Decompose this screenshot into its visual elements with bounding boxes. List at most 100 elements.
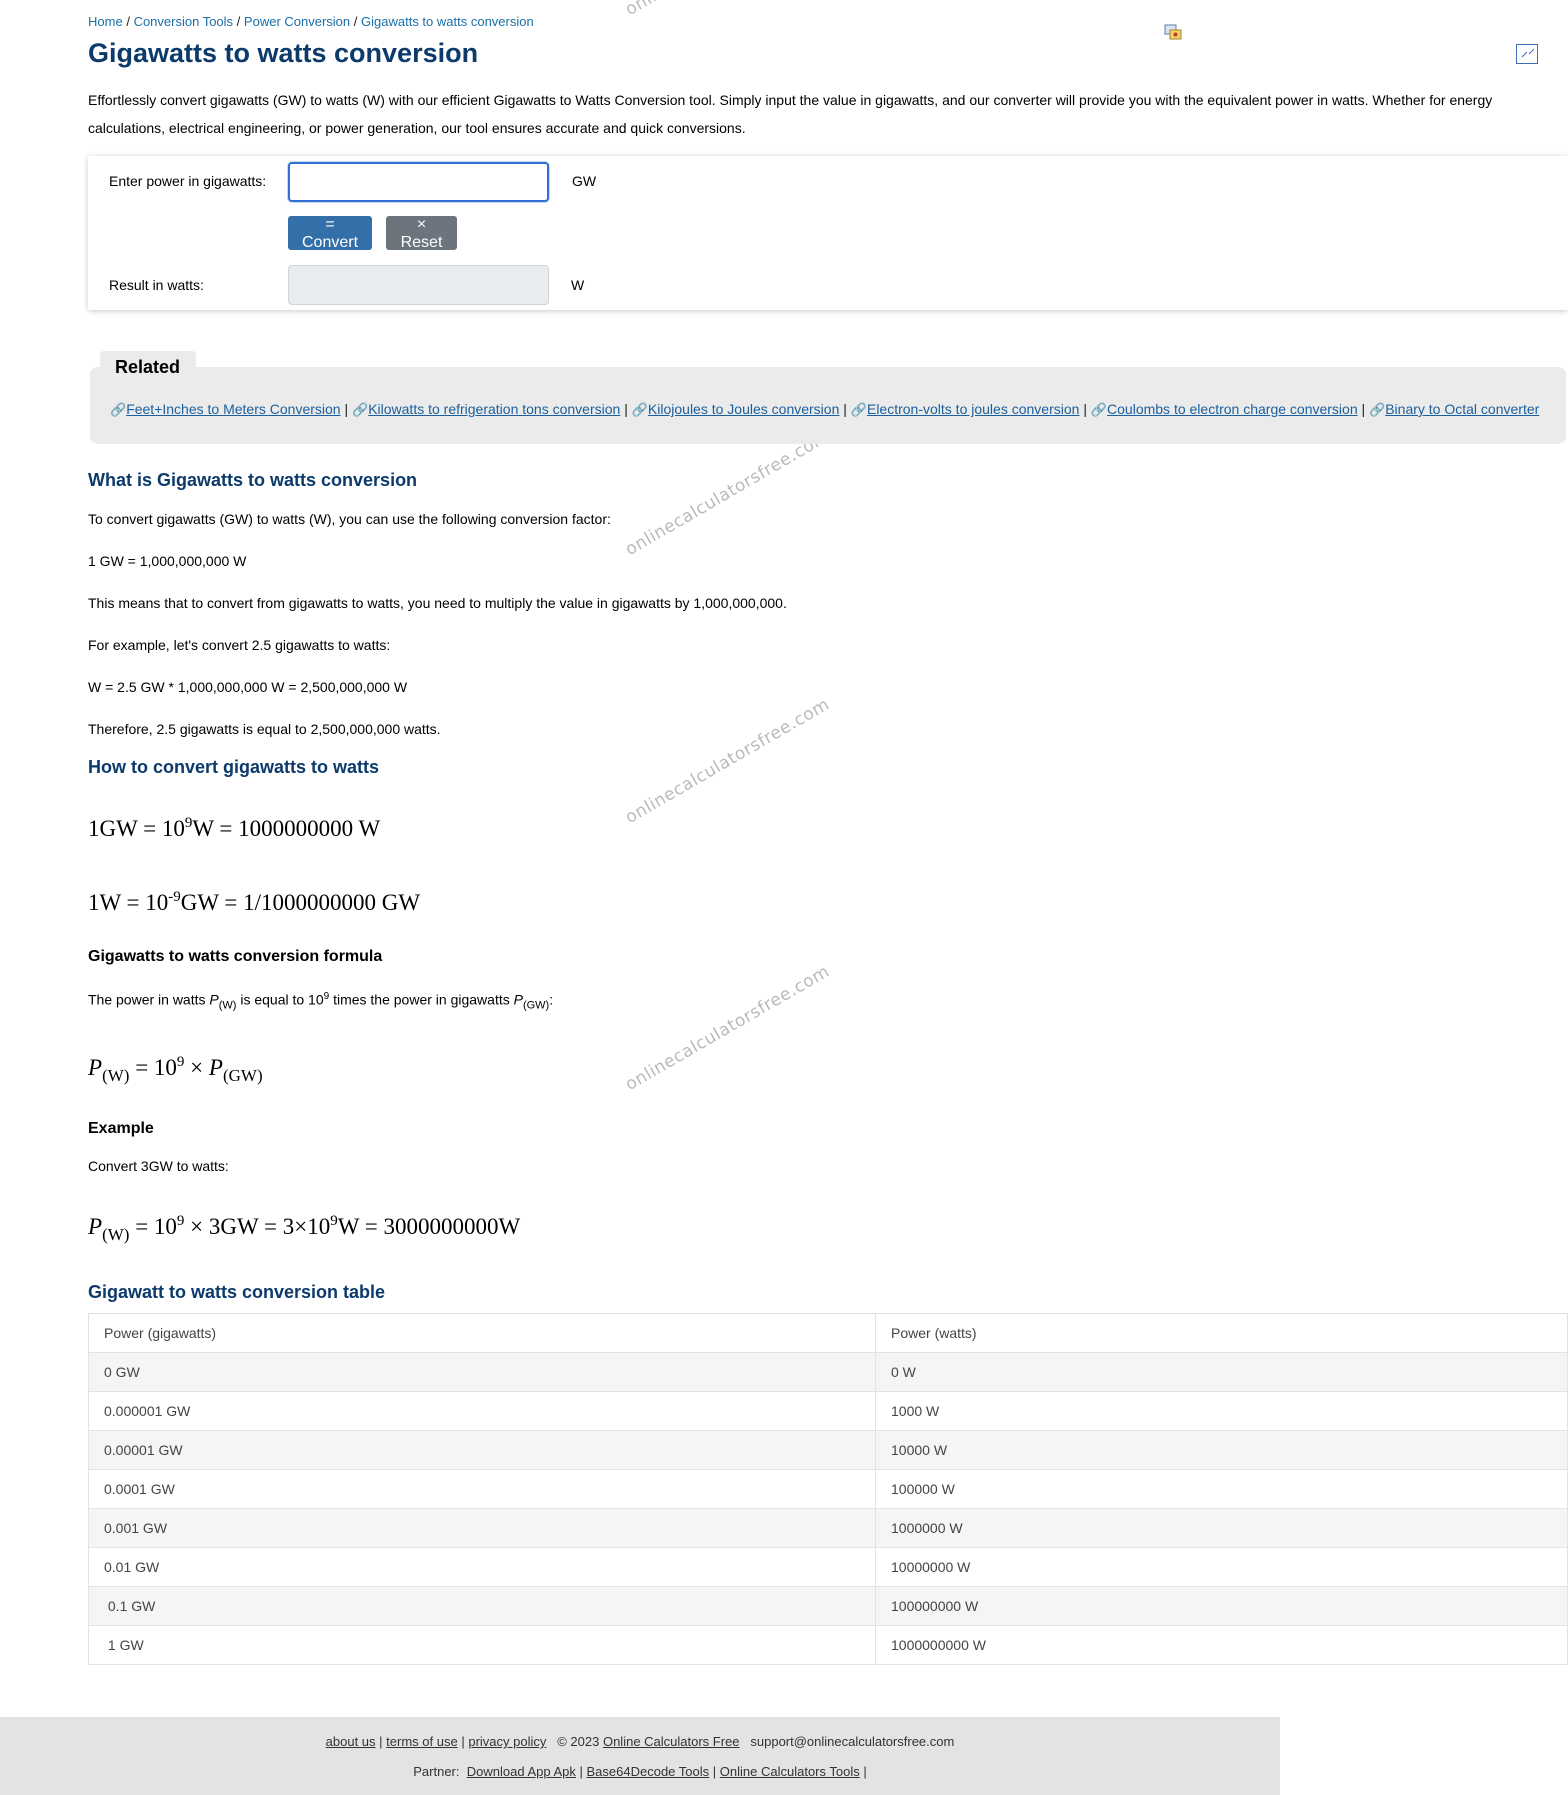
breadcrumb-current-link[interactable]: Gigawatts to watts conversion bbox=[361, 14, 534, 29]
footer-separator: | bbox=[379, 1734, 383, 1749]
paragraph: W = 2.5 GW * 1,000,000,000 W = 2,500,000… bbox=[88, 679, 408, 695]
table-cell: 1 GW bbox=[88, 1625, 876, 1665]
terms-of-use-link[interactable]: terms of use bbox=[386, 1734, 458, 1749]
table-cell: 0.00001 GW bbox=[88, 1430, 876, 1470]
watts-result-field[interactable] bbox=[288, 265, 549, 305]
link-separator: | bbox=[1361, 401, 1366, 417]
what-is-heading: What is Gigawatts to watts conversion bbox=[88, 470, 418, 490]
breadcrumb-separator: / bbox=[126, 14, 130, 29]
breadcrumb: Home / Conversion Tools / Power Conversi… bbox=[88, 14, 534, 29]
table-row: 0.00001 GW 10000 W bbox=[88, 1430, 1568, 1470]
formula-heading: Gigawatts to watts conversion formula bbox=[88, 948, 383, 965]
link-icon: 🔗 bbox=[1369, 402, 1386, 417]
paragraph: Therefore, 2.5 gigawatts is equal to 2,5… bbox=[88, 721, 441, 737]
reset-button[interactable]: × Reset bbox=[386, 216, 457, 251]
example-text: Convert 3GW to watts: bbox=[88, 1158, 229, 1174]
page-title: Gigawatts to watts conversion bbox=[88, 38, 479, 68]
table-row: 1 GW 1000000000 W bbox=[88, 1625, 1568, 1665]
input-label: Enter power in gigawatts: bbox=[109, 173, 267, 189]
gigawatts-input[interactable] bbox=[288, 162, 549, 202]
partner-link[interactable]: Online Calculators Tools bbox=[720, 1764, 860, 1779]
collapse-icon[interactable] bbox=[1516, 44, 1538, 64]
table-row: 0 GW 0 W bbox=[88, 1352, 1568, 1392]
footer-separator: | bbox=[579, 1764, 583, 1779]
link-separator: | bbox=[624, 401, 628, 417]
table-cell: 10000 W bbox=[875, 1430, 1568, 1470]
footer-separator: | bbox=[712, 1764, 717, 1779]
conversion-table: Power (gigawatts) Power (watts) 0 GW 0 W … bbox=[88, 1313, 1568, 1665]
table-cell: 0.001 GW bbox=[88, 1508, 876, 1548]
table-cell: 0.01 GW bbox=[88, 1547, 876, 1587]
footer-separator: | bbox=[461, 1734, 465, 1749]
table-cell: 1000000 W bbox=[875, 1508, 1568, 1548]
formula-text: The power in watts P(W) is equal to 109 … bbox=[88, 991, 554, 1012]
table-heading: Gigawatt to watts conversion table bbox=[88, 1282, 386, 1302]
related-link[interactable]: Coulombs to electron charge conversion bbox=[1107, 401, 1358, 417]
result-unit: W bbox=[571, 277, 585, 293]
formula-equation: P(W) = 109 × P(GW) bbox=[88, 1054, 263, 1085]
link-icon: 🔗 bbox=[110, 402, 127, 417]
table-cell: 0 GW bbox=[88, 1352, 876, 1392]
related-link[interactable]: Electron-volts to joules conversion bbox=[867, 401, 1079, 417]
related-links: 🔗Feet+Inches to Meters Conversion | 🔗Kil… bbox=[110, 401, 1539, 418]
paragraph: For example, let's convert 2.5 gigawatts… bbox=[88, 637, 391, 653]
related-link[interactable]: Kilojoules to Joules conversion bbox=[648, 401, 839, 417]
table-header: Power (watts) bbox=[875, 1313, 1568, 1353]
link-icon: 🔗 bbox=[352, 402, 369, 417]
example-equation: P(W) = 109 × 3GW = 3×109W = 3000000000W bbox=[88, 1213, 521, 1244]
table-header-row: Power (gigawatts) Power (watts) bbox=[88, 1313, 1568, 1353]
translate-icon[interactable] bbox=[1164, 24, 1182, 40]
footer-partners: Partner: Download App Apk | Base64Decode… bbox=[0, 1764, 1280, 1779]
support-email: support@onlinecalculatorsfree.com bbox=[750, 1734, 955, 1749]
breadcrumb-separator: / bbox=[236, 14, 241, 29]
privacy-policy-link[interactable]: privacy policy bbox=[468, 1734, 546, 1749]
table-row: 0.001 GW 1000000 W bbox=[88, 1508, 1568, 1548]
convert-button[interactable]: = Convert bbox=[288, 216, 372, 251]
breadcrumb-tools-link[interactable]: Conversion Tools bbox=[134, 14, 233, 29]
watermark: onlinecalculatorsfree.com bbox=[622, 961, 834, 1095]
breadcrumb-separator: / bbox=[353, 14, 358, 29]
table-cell: 10000000 W bbox=[875, 1547, 1568, 1587]
partner-link[interactable]: Download App Apk bbox=[467, 1764, 576, 1779]
breadcrumb-home-link[interactable]: Home bbox=[88, 14, 123, 29]
table-row: 0.0001 GW 100000 W bbox=[88, 1469, 1568, 1509]
partner-label: Partner: bbox=[413, 1764, 460, 1779]
table-cell: 1000000000 W bbox=[875, 1625, 1568, 1665]
link-icon: 🔗 bbox=[1090, 402, 1108, 417]
link-separator: | bbox=[843, 401, 847, 417]
table-cell: 100000 W bbox=[875, 1469, 1568, 1509]
footer-separator: | bbox=[863, 1764, 867, 1779]
result-label: Result in watts: bbox=[109, 277, 204, 293]
intro-text: Effortlessly convert gigawatts (GW) to w… bbox=[88, 92, 1493, 136]
related-link[interactable]: Binary to Octal converter bbox=[1385, 401, 1539, 417]
related-title: Related bbox=[115, 357, 181, 377]
table-cell: 0.1 GW bbox=[88, 1586, 876, 1626]
watermark: onlinecalculatorsfree.com bbox=[622, 694, 834, 828]
copyright-text: © 2023 bbox=[557, 1734, 600, 1749]
footer-links: about us | terms of use | privacy policy… bbox=[0, 1734, 1280, 1749]
breadcrumb-category-link[interactable]: Power Conversion bbox=[244, 14, 350, 29]
table-cell: 1000 W bbox=[875, 1391, 1568, 1431]
table-cell: 0.000001 GW bbox=[88, 1391, 876, 1431]
link-separator: | bbox=[344, 401, 349, 417]
related-link[interactable]: Feet+Inches to Meters Conversion bbox=[126, 401, 340, 417]
link-separator: | bbox=[1083, 401, 1087, 417]
table-cell: 100000000 W bbox=[875, 1586, 1568, 1626]
table-cell: 0.0001 GW bbox=[88, 1469, 876, 1509]
link-icon: 🔗 bbox=[850, 402, 867, 417]
about-us-link[interactable]: about us bbox=[326, 1734, 376, 1749]
paragraph: 1 GW = 1,000,000,000 W bbox=[88, 553, 247, 569]
table-header: Power (gigawatts) bbox=[88, 1313, 876, 1353]
equation-w-to-gw: 1W = 10-9GW = 1/1000000000 GW bbox=[88, 889, 421, 915]
converter-panel: Enter power in gigawatts: GW = Convert ×… bbox=[88, 156, 1568, 310]
link-icon: 🔗 bbox=[631, 402, 648, 417]
related-link[interactable]: Kilowatts to refrigeration tons conversi… bbox=[368, 401, 620, 417]
equation-gw-to-w: 1GW = 109W = 1000000000 W bbox=[88, 815, 381, 841]
footer: about us | terms of use | privacy policy… bbox=[0, 1717, 1280, 1795]
site-link[interactable]: Online Calculators Free bbox=[603, 1734, 740, 1749]
table-row: 0.000001 GW 1000 W bbox=[88, 1391, 1568, 1431]
table-row: 0.01 GW 10000000 W bbox=[88, 1547, 1568, 1587]
paragraph: To convert gigawatts (GW) to watts (W), … bbox=[88, 511, 611, 527]
partner-link[interactable]: Base64Decode Tools bbox=[587, 1764, 710, 1779]
watermark: onlinecalculatorsfree.com bbox=[622, 426, 834, 560]
